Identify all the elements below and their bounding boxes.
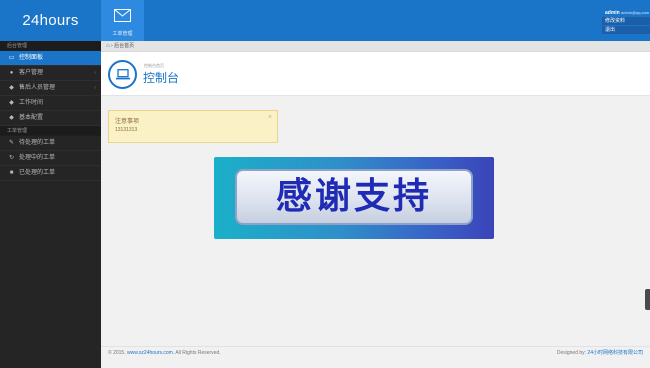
designer-link[interactable]: 24小时网络科技有限公司 [587,350,643,356]
copyright: © 2015. www.sz24hours.com. All Rights Re… [108,350,221,356]
chat-icon: ◆ [9,100,14,106]
thanks-banner: 感谢支持 [214,157,494,239]
chat-icon: ◆ [9,85,14,91]
pencil-icon: ✎ [8,140,15,146]
page-title: 控制台 [143,71,180,85]
chevron-left-icon: ‹ [94,85,96,91]
sidebar-item-dashboard[interactable]: ▭ 控制面板 [0,51,101,66]
tab-ticket-management[interactable]: 工单管理 [101,0,144,41]
chevron-left-icon: ‹ [94,70,96,76]
top-header: 24hours 工单管理 admin admin@qq.com 修改资料 退出 [0,0,650,41]
banner-text: 感谢支持 [275,176,432,217]
laptop-icon [108,60,137,89]
close-icon[interactable]: × [268,114,272,121]
footer: © 2015. www.sz24hours.com. All Rights Re… [101,346,650,359]
notice-body: 13131313 [115,127,138,133]
sidebar-item-settings[interactable]: ◆ 基本配置 [0,111,101,126]
tab-label: 工单管理 [112,31,133,37]
sidebar-item-label: 工作时间 [19,100,44,106]
home-icon[interactable]: ⌂ [106,43,110,49]
edit-profile-link[interactable]: 修改资料 [602,17,650,25]
sidebar-item-staff[interactable]: ◆ 售后人员管理 ‹ [0,81,101,96]
side-toggle-handle[interactable] [645,289,650,310]
user-name: admin admin@qq.com [605,10,650,16]
sidebar-item-label: 已处理的工单 [19,170,56,176]
sidebar-item-label: 客户管理 [19,70,44,76]
breadcrumb-current[interactable]: 后台首页 [114,43,134,49]
sidebar-item-customers[interactable]: ● 客户管理 ‹ [0,66,101,81]
notice-alert: 注意事项 13131313 × [108,110,278,143]
laptop-icon: ▭ [8,55,15,61]
site-link[interactable]: www.sz24hours.com [127,350,173,356]
logout-link[interactable]: 退出 [602,26,650,34]
sidebar-item-label: 待处理的工单 [19,140,56,146]
breadcrumb: ⌂ › 后台首页 [101,41,650,52]
designer-credit: Designed by: 24小时网络科技有限公司 [556,350,643,356]
banner-plate: 感谢支持 [235,169,473,225]
app-logo[interactable]: 24hours [0,0,101,41]
sidebar-item-label: 售后人员管理 [19,85,56,91]
sidebar-item-work-hours[interactable]: ◆ 工作时间 [0,96,101,111]
sidebar-item-pending-tickets[interactable]: ✎ 待处理的工单 [0,136,101,151]
sidebar-item-done-tickets[interactable]: ■ 已处理的工单 [0,166,101,181]
sidebar-item-label: 控制面板 [19,55,44,61]
chat-icon: ◆ [9,115,14,121]
refresh-icon: ↻ [8,155,15,161]
notice-title: 注意事项 [115,119,140,125]
briefcase-icon: ■ [9,170,14,176]
sidebar-group-title: 工单管理 [0,126,101,136]
sidebar-item-label: 处理中的工单 [19,155,56,161]
sidebar-group-title: 后台管理 [0,41,101,51]
user-icon: ● [9,70,14,76]
page-header: 控制台首页 控制台 [101,52,650,96]
sidebar-item-processing-tickets[interactable]: ↻ 处理中的工单 [0,151,101,166]
envelope-icon [114,9,131,22]
sidebar: 后台管理 ▭ 控制面板 ● 客户管理 ‹ ◆ 售后人员管理 ‹ ◆ 工作时间 ◆… [0,41,101,368]
sidebar-item-label: 基本配置 [19,115,44,121]
user-dropdown[interactable]: admin admin@qq.com 修改资料 退出 [602,9,650,39]
